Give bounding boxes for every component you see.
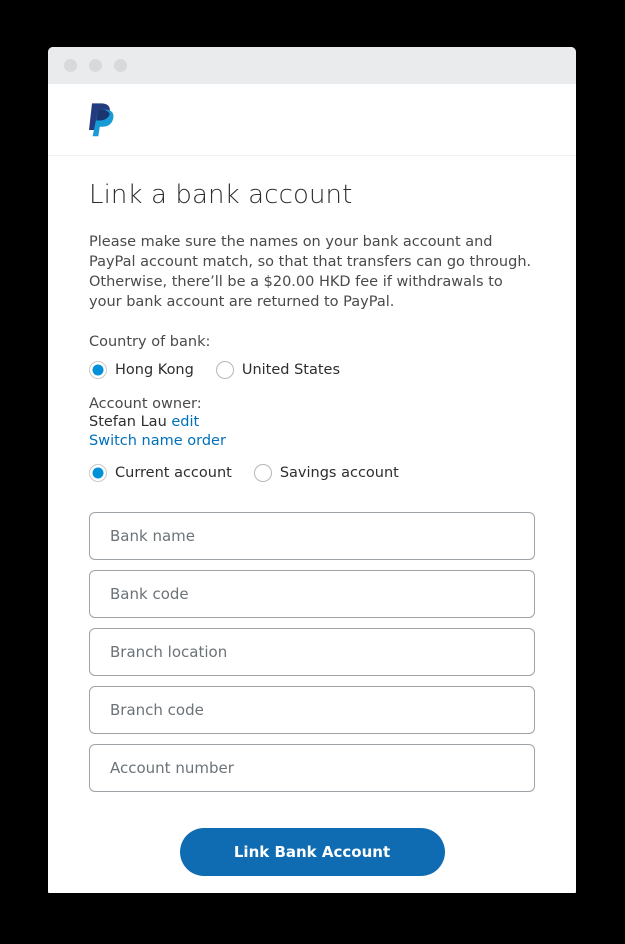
bank-account-form: Link Bank Account bbox=[89, 512, 535, 876]
intro-paragraph: Please make sure the names on your bank … bbox=[89, 234, 532, 310]
radio-icon-current-account[interactable] bbox=[89, 464, 107, 482]
radio-icon-hong-kong[interactable] bbox=[89, 361, 107, 379]
submit-row: Link Bank Account bbox=[89, 828, 535, 876]
account-owner-name: Stefan Lau bbox=[89, 414, 167, 430]
account-owner-block: Account owner: Stefan Lau edit Switch na… bbox=[89, 395, 535, 450]
paypal-logo[interactable] bbox=[89, 102, 115, 137]
account-type-radio-group: Current account Savings account bbox=[89, 464, 535, 482]
account-owner-name-line: Stefan Lau edit bbox=[89, 413, 535, 431]
country-of-bank-label: Country of bank: bbox=[89, 334, 211, 350]
minimize-dot[interactable] bbox=[89, 59, 102, 72]
account-owner-label: Account owner: bbox=[89, 396, 202, 412]
browser-window: Link a bank account Please make sure the… bbox=[48, 47, 576, 893]
switch-name-order-line: Switch name order bbox=[89, 431, 535, 450]
bank-code-input[interactable] bbox=[89, 570, 535, 618]
page-content: Link a bank account Please make sure the… bbox=[48, 156, 576, 876]
close-dot[interactable] bbox=[64, 59, 77, 72]
radio-option-current-account[interactable]: Current account bbox=[89, 464, 232, 482]
switch-name-order-link[interactable]: Switch name order bbox=[89, 433, 226, 449]
radio-label-savings-account: Savings account bbox=[279, 465, 399, 481]
radio-icon-savings-account[interactable] bbox=[253, 464, 272, 482]
country-radio-group: Hong Kong United States bbox=[89, 361, 535, 379]
page-title: Link a bank account bbox=[89, 180, 353, 210]
window-titlebar bbox=[48, 47, 576, 84]
radio-icon-united-states[interactable] bbox=[215, 361, 234, 379]
edit-name-link[interactable]: edit bbox=[171, 414, 199, 430]
bank-name-input[interactable] bbox=[89, 512, 535, 560]
radio-label-current-account: Current account bbox=[115, 465, 232, 481]
radio-option-hong-kong[interactable]: Hong Kong bbox=[89, 361, 194, 379]
branch-location-input[interactable] bbox=[89, 628, 535, 676]
account-number-input[interactable] bbox=[89, 744, 535, 792]
radio-option-savings-account[interactable]: Savings account bbox=[253, 464, 399, 482]
maximize-dot[interactable] bbox=[114, 59, 127, 72]
branch-code-input[interactable] bbox=[89, 686, 535, 734]
radio-label-hong-kong: Hong Kong bbox=[115, 362, 194, 378]
radio-label-united-states: United States bbox=[241, 362, 341, 378]
radio-option-united-states[interactable]: United States bbox=[215, 361, 341, 379]
site-header bbox=[48, 84, 576, 156]
link-bank-account-button[interactable]: Link Bank Account bbox=[179, 828, 445, 876]
